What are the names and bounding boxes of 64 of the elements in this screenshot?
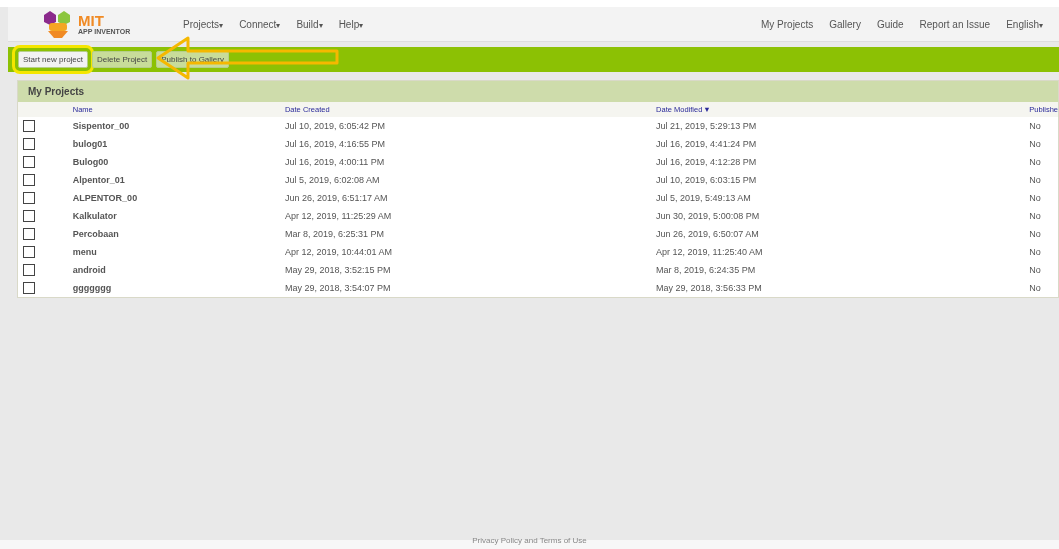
table-cell: No: [1029, 117, 1058, 135]
table-cell-text: May 29, 2018, 3:56:33 PM: [656, 282, 763, 295]
table-cell-text: Jul 5, 2019, 5:49:13 AM: [656, 192, 752, 205]
table-cell: Jul 10, 2019, 6:05:42 PM: [284, 117, 657, 135]
table-cell: Jun 26, 2019, 6:51:17 AM: [284, 189, 657, 207]
checkbox[interactable]: [23, 282, 35, 294]
project-name[interactable]: android: [72, 261, 285, 279]
nav-link[interactable]: English▾: [1000, 16, 1049, 32]
checkbox[interactable]: [23, 210, 35, 222]
table-cell-text: Jun 30, 2019, 5:00:08 PM: [656, 210, 761, 223]
table-cell: May 29, 2018, 3:54:07 PM: [284, 279, 657, 297]
toolbar-button[interactable]: Delete Project: [92, 51, 153, 68]
table-cell: Jul 16, 2019, 4:00:11 PM: [284, 153, 657, 171]
checkbox[interactable]: [23, 138, 35, 150]
table-cell: Jul 5, 2019, 6:02:08 AM: [284, 171, 657, 189]
project-name[interactable]: Sispentor_00: [72, 117, 285, 135]
table-cell-text: No: [1029, 174, 1042, 187]
table-cell-text: Jun 26, 2019, 6:50:07 AM: [656, 228, 760, 241]
menu-item[interactable]: Connect▾: [233, 16, 287, 32]
project-name[interactable]: ALPENTOR_00: [72, 189, 285, 207]
project-name[interactable]: Percobaan: [72, 225, 285, 243]
table-cell-text: Jul 16, 2019, 4:12:28 PM: [656, 156, 758, 169]
table-cell-text: No: [1029, 246, 1042, 259]
checkbox[interactable]: [23, 246, 35, 258]
table-cell-text: Mar 8, 2019, 6:24:35 PM: [656, 264, 757, 277]
project-name[interactable]: Kalkulator: [72, 207, 285, 225]
menu-item[interactable]: Projects▾: [177, 16, 230, 32]
project-name[interactable]: Bulog00: [72, 153, 285, 171]
checkbox[interactable]: [23, 120, 35, 132]
nav-link[interactable]: Report an Issue: [913, 16, 997, 32]
logo-title: MIT: [78, 13, 105, 28]
table-cell-text: No: [1029, 138, 1042, 151]
nav-link[interactable]: My Projects: [754, 16, 820, 32]
table-cell-text: No: [1029, 282, 1042, 295]
table-cell-text: No: [1029, 156, 1042, 169]
table-cell-text: No: [1029, 228, 1042, 241]
table-cell-text: No: [1029, 264, 1042, 277]
table-cell-text: Jul 10, 2019, 6:03:15 PM: [656, 174, 758, 187]
table-cell-text: No: [1029, 192, 1042, 205]
checkbox[interactable]: [23, 192, 35, 204]
arrow-icon: [156, 36, 340, 80]
table-cell: Apr 12, 2019, 10:44:01 AM: [284, 243, 657, 261]
checkbox[interactable]: [23, 264, 35, 276]
footer-link[interactable]: Privacy Policy and Terms of Use: [472, 536, 587, 545]
table-cell: Mar 8, 2019, 6:25:31 PM: [284, 225, 657, 243]
menu-item[interactable]: Build▾: [290, 16, 329, 32]
project-name[interactable]: menu: [72, 243, 285, 261]
table-cell: May 29, 2018, 3:52:15 PM: [284, 261, 657, 279]
nav-link[interactable]: Gallery: [823, 16, 867, 32]
checkbox[interactable]: [23, 156, 35, 168]
project-name[interactable]: Alpentor_01: [72, 171, 285, 189]
table-cell: Jul 21, 2019, 5:29:13 PM: [656, 117, 1030, 135]
table-cell-text: Jul 16, 2019, 4:41:24 PM: [656, 138, 758, 151]
checkbox[interactable]: [23, 228, 35, 240]
nav-link[interactable]: Guide: [870, 16, 910, 32]
panel-title: My Projects: [18, 81, 1058, 102]
table-cell-text: No: [1029, 210, 1042, 223]
table-cell: Apr 12, 2019, 11:25:29 AM: [284, 207, 657, 225]
project-name[interactable]: bulog01: [72, 135, 285, 153]
table-cell-text: Apr 12, 2019, 11:25:40 AM: [656, 246, 764, 259]
checkbox[interactable]: [23, 174, 35, 186]
project-name[interactable]: ggggggg: [72, 279, 285, 297]
table-cell: Jul 16, 2019, 4:16:55 PM: [284, 135, 657, 153]
menu-item[interactable]: Help▾: [332, 16, 370, 32]
